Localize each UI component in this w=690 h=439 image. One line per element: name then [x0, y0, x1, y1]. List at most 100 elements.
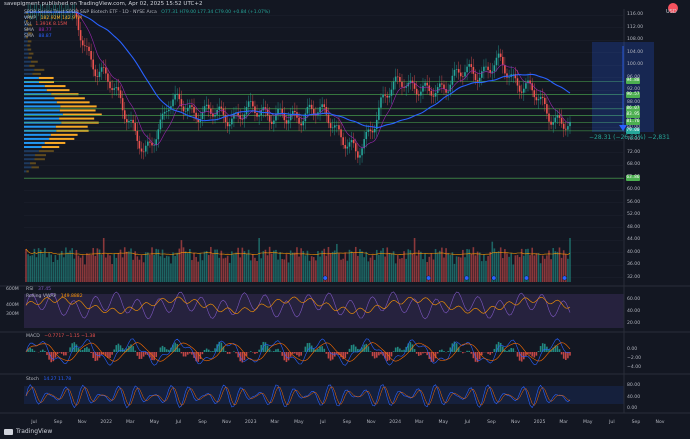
volume-profile-bar-down — [27, 56, 32, 59]
volume-bar — [306, 250, 309, 282]
candle-body — [254, 106, 256, 114]
candle-body — [189, 105, 191, 108]
candle-body — [226, 122, 229, 127]
volume-bar — [247, 249, 250, 282]
candle-body — [134, 122, 137, 132]
macd-histogram-bar — [201, 352, 204, 355]
volume-bar — [449, 255, 452, 282]
main-chart[interactable]: Jul Sep Nov 2022 Mar May Jul Sep Nov 2023 Mar May Ju… — [0, 0, 690, 439]
candle-body — [516, 78, 519, 86]
candle-body — [384, 94, 386, 96]
volume-bar — [96, 248, 99, 282]
candle-body — [241, 119, 244, 120]
candle-body — [550, 121, 552, 125]
candle-body — [493, 65, 496, 72]
time-tick-label: Jul — [319, 419, 326, 425]
rsi-label: RSI — [26, 287, 34, 292]
volume-bar — [117, 253, 120, 282]
volume-bar — [39, 249, 42, 282]
candle-body — [222, 108, 225, 115]
macd-histogram-bar — [33, 350, 36, 352]
candle-body — [359, 155, 361, 158]
volume-bar — [516, 254, 519, 282]
volume-profile-bar-up — [24, 146, 42, 149]
time-tick-label: Sep — [632, 419, 641, 425]
candle-body — [373, 129, 376, 133]
volume-bar — [107, 254, 109, 282]
candle-body — [268, 115, 271, 122]
volume-bar — [399, 258, 401, 282]
candle-body — [147, 141, 149, 146]
macd-histogram-bar — [281, 352, 284, 356]
candle-body — [422, 85, 424, 92]
volume-bar — [254, 257, 256, 282]
macd-histogram-bar — [348, 348, 351, 352]
candle-body — [430, 90, 433, 96]
candle-body — [123, 110, 126, 120]
macd-histogram-bar — [273, 351, 275, 352]
candle-body — [470, 64, 473, 67]
volume-bar — [268, 246, 271, 282]
candle-body — [501, 56, 504, 66]
price-tick-label: 104.00 — [627, 49, 644, 55]
volume-bar — [529, 255, 531, 282]
vol-left-label-3: 300M — [6, 312, 19, 317]
vol-values: 1.391K 8.15M — [35, 22, 68, 27]
volume-bar — [228, 262, 231, 282]
volume-profile-bar-up — [24, 72, 33, 75]
candle-body — [552, 122, 554, 125]
price-tick-label: 40.00 — [627, 249, 641, 255]
volume-bar — [348, 249, 351, 282]
volume-profile-bar-down — [29, 64, 35, 67]
time-tick-label: Nov — [222, 419, 231, 425]
macd-histogram-bar — [539, 346, 542, 352]
candle-body — [117, 87, 120, 91]
volume-bar — [237, 247, 239, 282]
candle-body — [178, 93, 181, 100]
volume-bar — [243, 251, 246, 282]
volume-bar — [424, 253, 426, 282]
volume-profile-bar-up — [24, 117, 60, 120]
event-marker — [524, 275, 529, 281]
event-marker — [322, 275, 328, 281]
volume-profile-bar-down — [30, 60, 38, 63]
candle-body — [270, 121, 273, 124]
volume-bar — [533, 255, 536, 282]
volume-bar — [222, 258, 225, 282]
volume-profile-bar-down — [32, 72, 41, 75]
volume-bar — [319, 256, 321, 282]
macd-histogram-bar — [159, 347, 162, 352]
candle-body — [371, 131, 374, 133]
macd-histogram-bar — [443, 351, 445, 352]
volume-bar — [455, 256, 458, 282]
candle-body — [142, 151, 145, 153]
volume-bar — [63, 257, 65, 282]
macd-histogram-bar — [258, 349, 260, 352]
candle-body — [546, 104, 548, 114]
volume-bar — [94, 255, 97, 282]
volume-bar — [56, 259, 59, 282]
candle-body — [522, 88, 525, 93]
price-tick-label: 100.00 — [627, 62, 644, 68]
candle-body — [88, 46, 90, 52]
rsi-level-40: 40.00 — [627, 309, 641, 314]
macd-histogram-bar — [79, 350, 82, 352]
volume-bar — [249, 260, 252, 282]
volume-profile-bar-down — [50, 133, 78, 136]
volume-bar — [554, 251, 557, 282]
candle-body — [457, 69, 460, 73]
level-chip: 90.57 — [626, 91, 640, 98]
ohlc-values: O77.31 H79.00 L77.34 C79.00 +0.84 (+1.07… — [161, 10, 271, 15]
volume-bar — [476, 251, 479, 282]
volume-bar — [77, 255, 80, 282]
volume-profile-bar-up — [24, 40, 28, 43]
volume-bar — [382, 248, 384, 282]
candle-body — [348, 142, 351, 147]
volume-bar — [191, 260, 193, 282]
volume-bar — [79, 257, 82, 282]
volume-profile-bar-down — [26, 170, 29, 173]
volume-profile-bar-up — [24, 137, 50, 140]
macd-histogram-bar — [165, 349, 168, 352]
candle-body — [327, 114, 330, 124]
macd-histogram-bar — [182, 352, 185, 357]
